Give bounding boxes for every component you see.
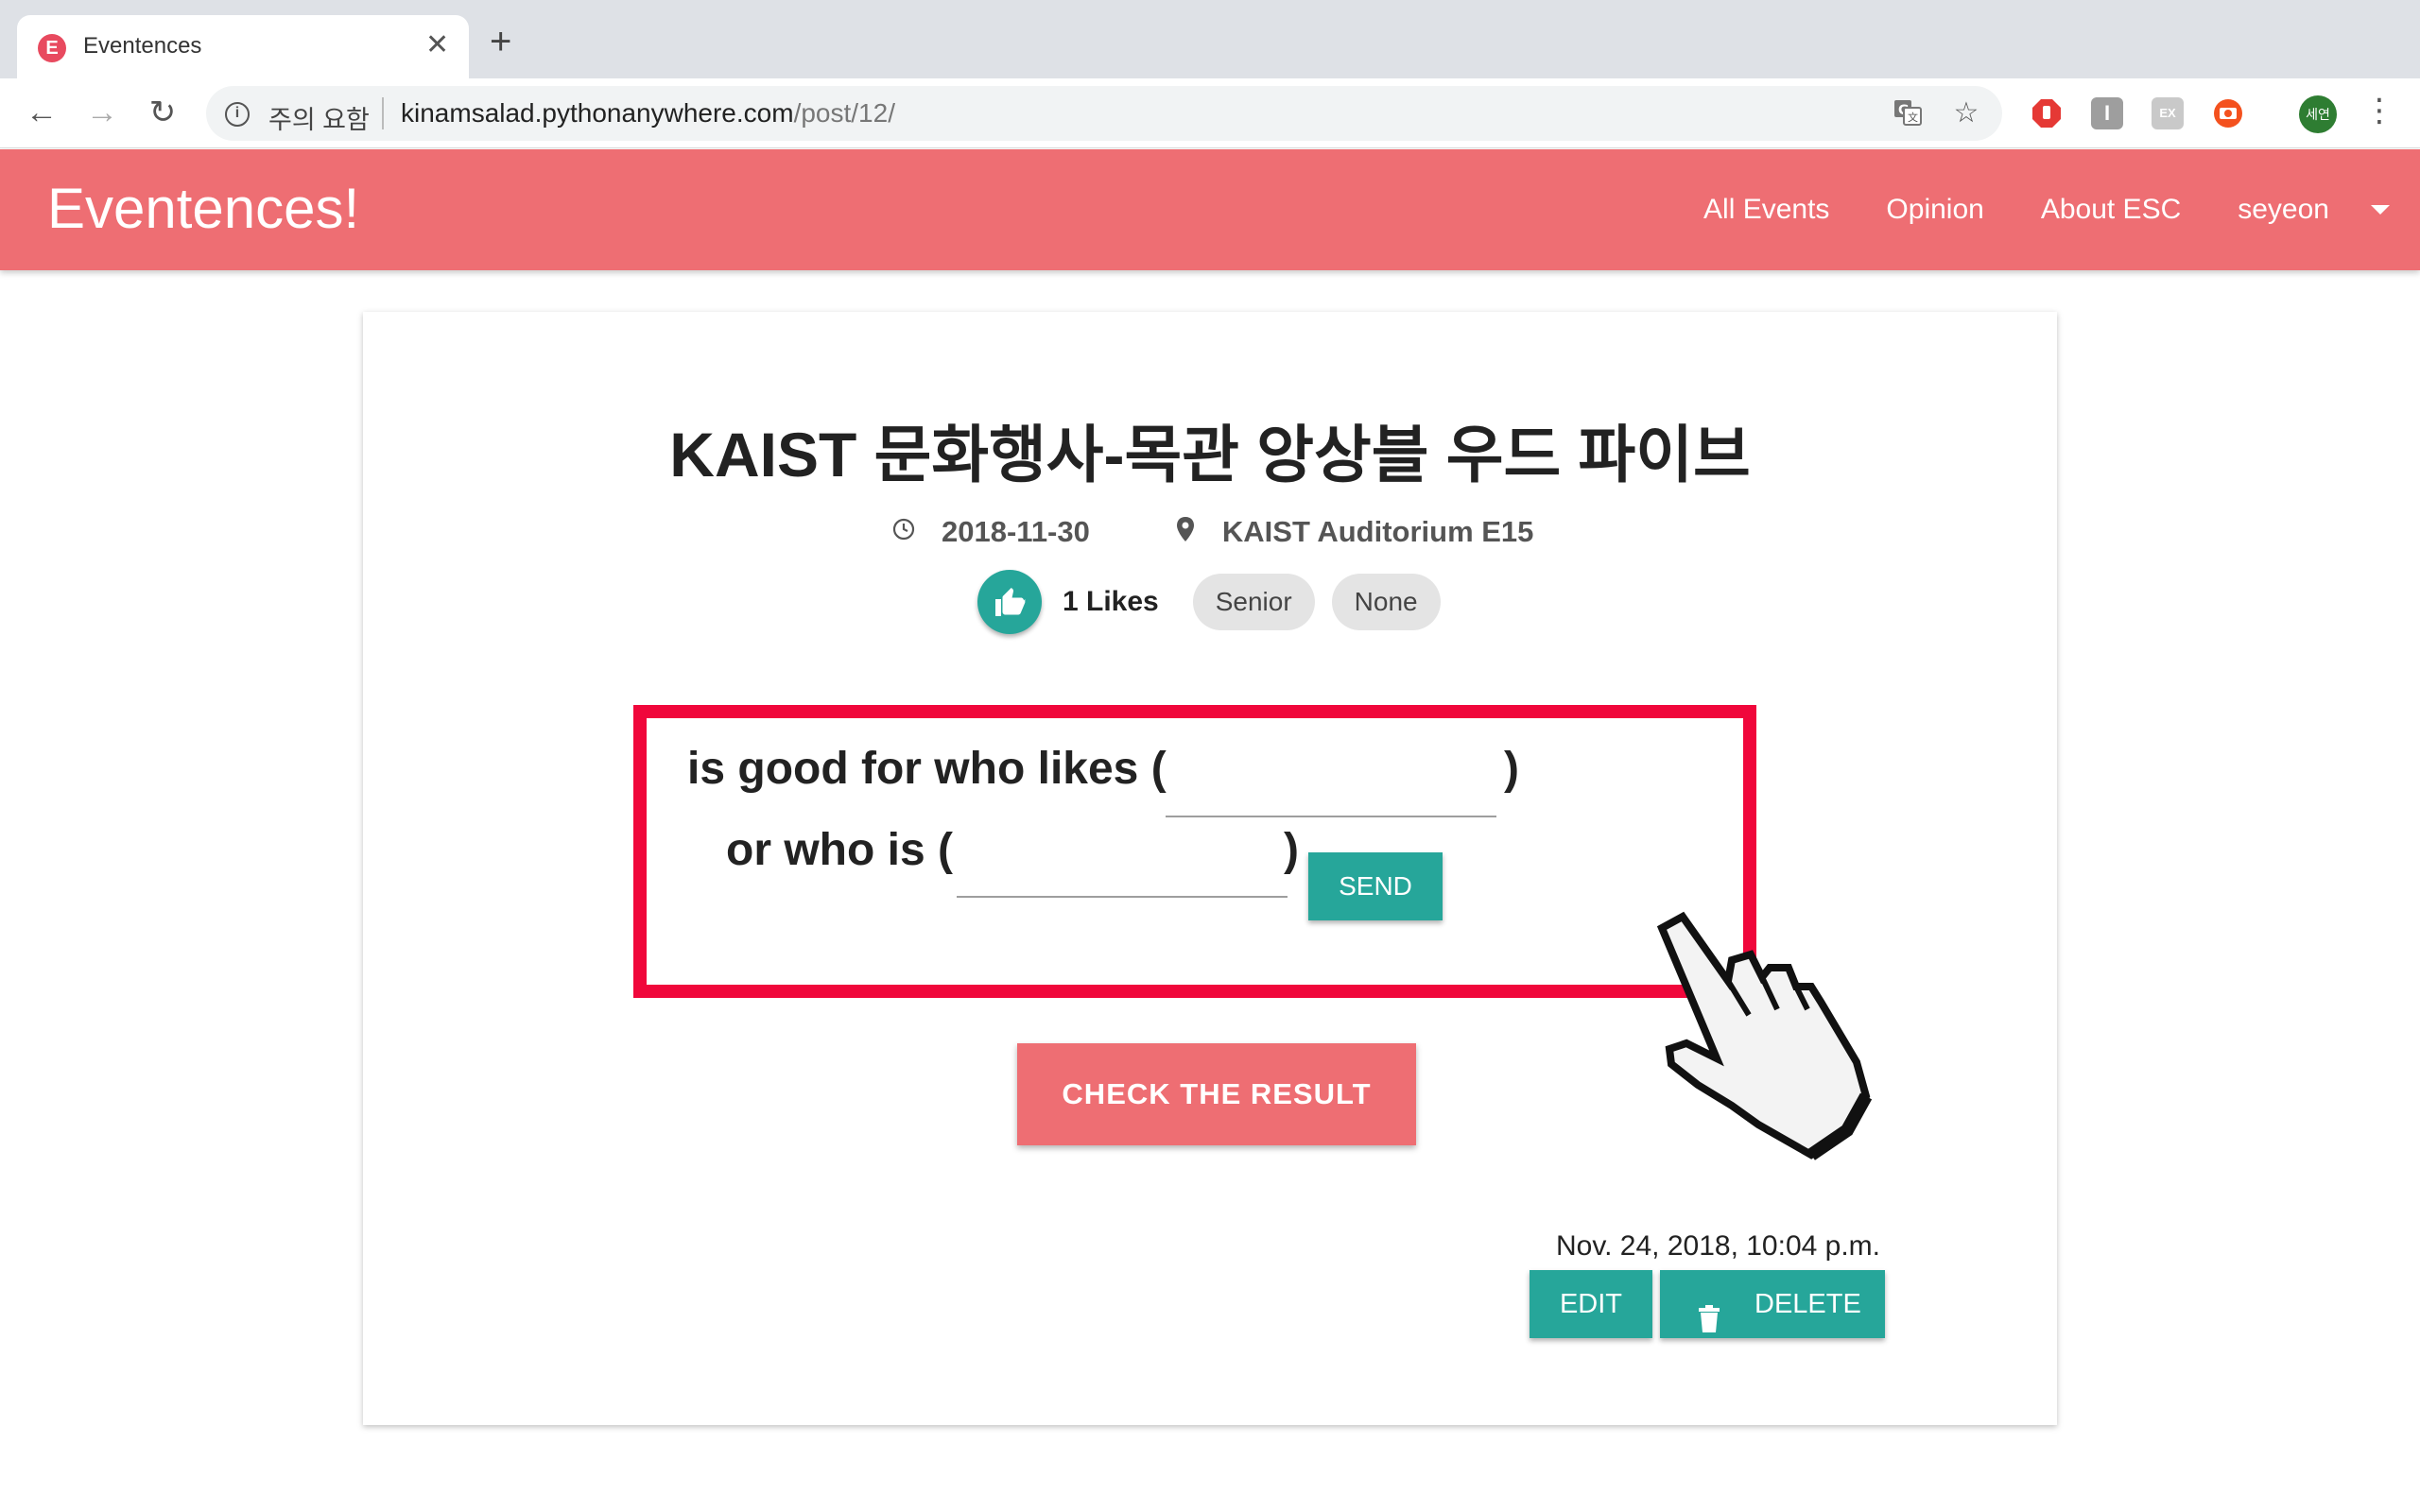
screencast-icon[interactable] [2212, 97, 2244, 129]
thumbs-up-icon [995, 588, 1026, 616]
tab-title: Eventences [83, 33, 202, 59]
post-card: KAIST 문화행사-목관 앙상블 우드 파이브 2018-11-30 KAIS… [363, 312, 2057, 1425]
post-date: 2018-11-30 [892, 515, 1090, 549]
reload-icon[interactable]: ↻ [144, 94, 182, 131]
sentence-line1-suffix: ) [1504, 744, 1519, 794]
edit-button[interactable]: EDIT [1530, 1270, 1652, 1338]
nav-all-events[interactable]: All Events [1703, 194, 1829, 226]
delete-button[interactable]: DELETE [1660, 1270, 1885, 1338]
more-menu-icon[interactable]: ⋮ [2363, 92, 2395, 129]
close-icon[interactable]: ✕ [425, 28, 449, 62]
address-bar[interactable]: i 주의 요함 kinamsalad.pythonanywhere.com/po… [206, 86, 2002, 141]
browser-toolbar: ← → ↻ i 주의 요함 kinamsalad.pythonanywhere.… [0, 78, 2420, 148]
translate-icon[interactable]: G文 [1891, 96, 1925, 130]
delete-button-label: DELETE [1754, 1289, 1861, 1319]
info-icon[interactable]: i [225, 102, 250, 127]
sentence-line1-prefix: is good for who likes ( [687, 744, 1167, 794]
post-location: KAIST Auditorium E15 [1175, 515, 1534, 549]
check-result-button[interactable]: CHECK THE RESULT [1017, 1043, 1416, 1145]
post-date-text: 2018-11-30 [942, 515, 1090, 548]
likes-count: 1 Likes [1063, 586, 1159, 617]
brand-logo[interactable]: Eventences! [47, 176, 359, 241]
who-is-blank-input[interactable] [957, 843, 1288, 898]
sentence-line2-suffix: ) [1284, 825, 1299, 875]
clock-icon [892, 518, 915, 547]
like-row: 1 Likes Senior None [977, 569, 1458, 635]
pointer-hand-icon [1656, 911, 1873, 1160]
like-button[interactable] [977, 570, 1042, 634]
new-tab-icon[interactable]: + [490, 23, 511, 60]
url-text[interactable]: kinamsalad.pythonanywhere.com/post/12/ [401, 98, 895, 129]
tag-chip-senior[interactable]: Senior [1192, 574, 1315, 630]
post-meta: 2018-11-30 KAIST Auditorium E15 [892, 508, 1533, 556]
trash-icon [1698, 1291, 1720, 1359]
profile-avatar[interactable]: 세연 [2299, 95, 2337, 133]
post-location-text: KAIST Auditorium E15 [1221, 515, 1534, 548]
instapaper-icon[interactable]: I [2091, 97, 2123, 129]
likes-blank-input[interactable] [1166, 763, 1496, 817]
app-navbar: Eventences! All Events Opinion About ESC… [0, 149, 2420, 270]
nav-opinion[interactable]: Opinion [1886, 194, 1983, 226]
browser-tab[interactable]: E Eventences ✕ [17, 15, 469, 78]
post-timestamp: Nov. 24, 2018, 10:04 p.m. [1556, 1230, 1880, 1262]
chevron-down-icon[interactable] [2371, 205, 2390, 215]
url-separator [382, 97, 384, 129]
tag-chip-none[interactable]: None [1331, 574, 1441, 630]
location-pin-icon [1175, 516, 1196, 549]
adblock-icon[interactable] [2031, 97, 2063, 129]
bookmark-star-icon[interactable]: ☆ [1949, 96, 1983, 130]
ex-icon[interactable]: EX [2152, 97, 2184, 129]
nav-links: All Events Opinion About ESC seyeon [1647, 149, 2390, 270]
back-icon[interactable]: ← [23, 94, 60, 131]
security-label[interactable]: 주의 요함 [268, 99, 370, 136]
sentence-line2-prefix: or who is ( [726, 825, 953, 875]
nav-user-seyeon[interactable]: seyeon [2238, 194, 2329, 226]
nav-about-esc[interactable]: About ESC [2041, 194, 2181, 226]
favicon-icon: E [38, 34, 66, 62]
send-button[interactable]: SEND [1308, 852, 1443, 920]
post-title: KAIST 문화행사-목관 앙상블 우드 파이브 [669, 420, 1751, 490]
url-path: /post/12/ [793, 98, 895, 128]
svg-text:文: 文 [1908, 111, 1918, 124]
forward-icon[interactable]: → [83, 94, 121, 131]
browser-tabstrip: E Eventences ✕ + [0, 0, 2420, 78]
url-host: kinamsalad.pythonanywhere.com [401, 98, 794, 128]
